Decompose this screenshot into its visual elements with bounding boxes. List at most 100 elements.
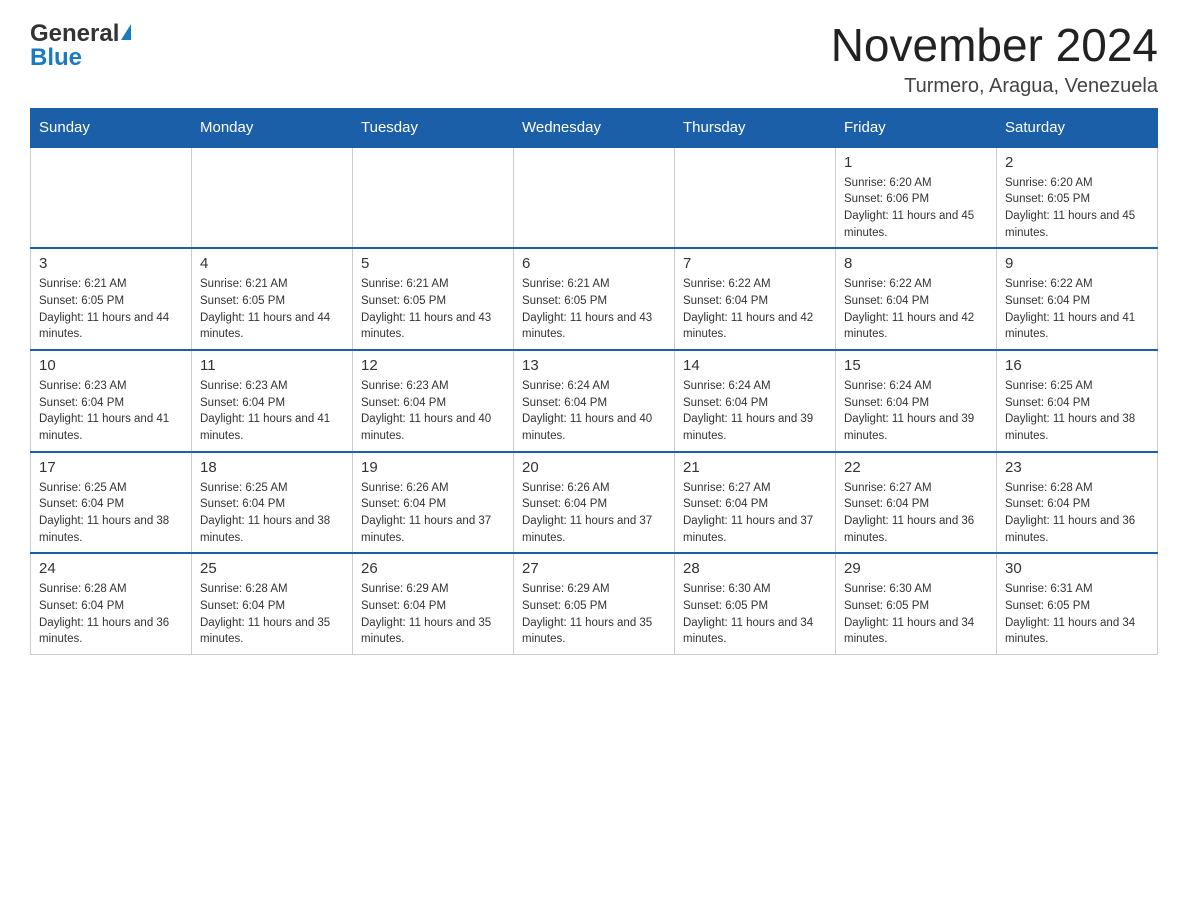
calendar-cell: 28 Sunrise: 6:30 AMSunset: 6:05 PMDayligh… <box>675 553 836 654</box>
day-number: 1 <box>844 154 988 171</box>
calendar-cell: 21Sunrise: 6:27 AMSunset: 6:04 PMDayligh… <box>675 452 836 554</box>
calendar-header-sunday: Sunday <box>31 108 192 147</box>
day-info: Sunrise: 6:21 AMSunset: 6:05 PMDaylight:… <box>200 276 344 343</box>
calendar-header-thursday: Thursday <box>675 108 836 147</box>
day-number: 26 <box>361 560 505 577</box>
day-info: Sunrise: 6:22 AMSunset: 6:04 PMDaylight:… <box>1005 276 1149 343</box>
day-info: Sunrise: 6:25 AMSunset: 6:04 PMDaylight:… <box>200 480 344 547</box>
calendar-header-row: SundayMondayTuesdayWednesdayThursdayFrid… <box>31 108 1158 147</box>
day-info: Sunrise: 6:24 AMSunset: 6:04 PMDaylight:… <box>522 378 666 445</box>
day-number: 12 <box>361 357 505 374</box>
day-number: 20 <box>522 459 666 476</box>
calendar-week-row: 3 Sunrise: 6:21 AMSunset: 6:05 PMDaylight… <box>31 248 1158 350</box>
logo-arrow-icon <box>121 24 131 40</box>
day-number: 19 <box>361 459 505 476</box>
calendar-week-row: 17 Sunrise: 6:25 AMSunset: 6:04 PMDayligh… <box>31 452 1158 554</box>
calendar-cell: 26 Sunrise: 6:29 AMSunset: 6:04 PMDayligh… <box>353 553 514 654</box>
calendar-cell: 18 Sunrise: 6:25 AMSunset: 6:04 PMDayligh… <box>192 452 353 554</box>
day-number: 23 <box>1005 459 1149 476</box>
month-title: November 2024 <box>831 20 1158 71</box>
calendar-cell: 22 Sunrise: 6:27 AMSunset: 6:04 PMDayligh… <box>836 452 997 554</box>
calendar-header-friday: Friday <box>836 108 997 147</box>
calendar-cell: 10 Sunrise: 6:23 AMSunset: 6:04 PMDayligh… <box>31 350 192 452</box>
day-number: 14 <box>683 357 827 374</box>
calendar-cell: 6Sunrise: 6:21 AMSunset: 6:05 PMDaylight… <box>514 248 675 350</box>
calendar-cell: 13 Sunrise: 6:24 AMSunset: 6:04 PMDayligh… <box>514 350 675 452</box>
day-number: 5 <box>361 255 505 272</box>
calendar-week-row: 10 Sunrise: 6:23 AMSunset: 6:04 PMDayligh… <box>31 350 1158 452</box>
calendar-cell: 7Sunrise: 6:22 AMSunset: 6:04 PMDaylight… <box>675 248 836 350</box>
day-number: 11 <box>200 357 344 374</box>
calendar-cell: 14 Sunrise: 6:24 AMSunset: 6:04 PMDayligh… <box>675 350 836 452</box>
day-info: Sunrise: 6:23 AMSunset: 6:04 PMDaylight:… <box>361 378 505 445</box>
calendar-cell: 30 Sunrise: 6:31 AMSunset: 6:05 PMDayligh… <box>997 553 1158 654</box>
day-number: 30 <box>1005 560 1149 577</box>
calendar-header-tuesday: Tuesday <box>353 108 514 147</box>
day-info: Sunrise: 6:20 AMSunset: 6:05 PMDaylight:… <box>1005 175 1149 242</box>
day-number: 25 <box>200 560 344 577</box>
day-info: Sunrise: 6:30 AMSunset: 6:05 PMDaylight:… <box>683 581 827 648</box>
calendar-cell: 23 Sunrise: 6:28 AMSunset: 6:04 PMDayligh… <box>997 452 1158 554</box>
day-info: Sunrise: 6:24 AMSunset: 6:04 PMDaylight:… <box>844 378 988 445</box>
logo-blue-text: Blue <box>30 44 131 72</box>
day-info: Sunrise: 6:30 AMSunset: 6:05 PMDaylight:… <box>844 581 988 648</box>
day-info: Sunrise: 6:28 AMSunset: 6:04 PMDaylight:… <box>200 581 344 648</box>
day-info: Sunrise: 6:28 AMSunset: 6:04 PMDaylight:… <box>1005 480 1149 547</box>
day-number: 7 <box>683 255 827 272</box>
calendar-cell: 17 Sunrise: 6:25 AMSunset: 6:04 PMDayligh… <box>31 452 192 554</box>
day-info: Sunrise: 6:27 AMSunset: 6:04 PMDaylight:… <box>844 480 988 547</box>
calendar-cell: 24Sunrise: 6:28 AMSunset: 6:04 PMDayligh… <box>31 553 192 654</box>
day-info: Sunrise: 6:24 AMSunset: 6:04 PMDaylight:… <box>683 378 827 445</box>
calendar-cell <box>192 147 353 249</box>
day-number: 18 <box>200 459 344 476</box>
header: General Blue November 2024 Turmero, Arag… <box>30 20 1158 98</box>
day-number: 3 <box>39 255 183 272</box>
calendar-cell: 27 Sunrise: 6:29 AMSunset: 6:05 PMDayligh… <box>514 553 675 654</box>
day-info: Sunrise: 6:29 AMSunset: 6:04 PMDaylight:… <box>361 581 505 648</box>
day-info: Sunrise: 6:25 AMSunset: 6:04 PMDaylight:… <box>39 480 183 547</box>
day-info: Sunrise: 6:20 AMSunset: 6:06 PMDaylight:… <box>844 175 988 242</box>
calendar-cell: 11Sunrise: 6:23 AMSunset: 6:04 PMDayligh… <box>192 350 353 452</box>
calendar-cell <box>675 147 836 249</box>
calendar-cell <box>353 147 514 249</box>
calendar-cell: 3 Sunrise: 6:21 AMSunset: 6:05 PMDaylight… <box>31 248 192 350</box>
day-info: Sunrise: 6:23 AMSunset: 6:04 PMDaylight:… <box>39 378 183 445</box>
day-number: 13 <box>522 357 666 374</box>
logo: General Blue <box>30 20 131 72</box>
day-info: Sunrise: 6:31 AMSunset: 6:05 PMDaylight:… <box>1005 581 1149 648</box>
title-block: November 2024 Turmero, Aragua, Venezuela <box>831 20 1158 98</box>
calendar-header-saturday: Saturday <box>997 108 1158 147</box>
day-number: 27 <box>522 560 666 577</box>
calendar-header-monday: Monday <box>192 108 353 147</box>
day-number: 10 <box>39 357 183 374</box>
day-info: Sunrise: 6:28 AMSunset: 6:04 PMDaylight:… <box>39 581 183 648</box>
day-number: 2 <box>1005 154 1149 171</box>
location-title: Turmero, Aragua, Venezuela <box>831 75 1158 98</box>
day-number: 6 <box>522 255 666 272</box>
day-info: Sunrise: 6:21 AMSunset: 6:05 PMDaylight:… <box>39 276 183 343</box>
calendar-cell <box>31 147 192 249</box>
calendar-cell <box>514 147 675 249</box>
day-number: 4 <box>200 255 344 272</box>
day-number: 9 <box>1005 255 1149 272</box>
day-number: 8 <box>844 255 988 272</box>
calendar-cell: 9 Sunrise: 6:22 AMSunset: 6:04 PMDaylight… <box>997 248 1158 350</box>
calendar-cell: 19 Sunrise: 6:26 AMSunset: 6:04 PMDayligh… <box>353 452 514 554</box>
calendar-header-wednesday: Wednesday <box>514 108 675 147</box>
calendar-cell: 5Sunrise: 6:21 AMSunset: 6:05 PMDaylight… <box>353 248 514 350</box>
calendar-cell: 1 Sunrise: 6:20 AMSunset: 6:06 PMDaylight… <box>836 147 997 249</box>
day-number: 22 <box>844 459 988 476</box>
day-info: Sunrise: 6:26 AMSunset: 6:04 PMDaylight:… <box>361 480 505 547</box>
calendar-cell: 15Sunrise: 6:24 AMSunset: 6:04 PMDayligh… <box>836 350 997 452</box>
day-number: 28 <box>683 560 827 577</box>
day-info: Sunrise: 6:27 AMSunset: 6:04 PMDaylight:… <box>683 480 827 547</box>
calendar-cell: 29 Sunrise: 6:30 AMSunset: 6:05 PMDayligh… <box>836 553 997 654</box>
day-info: Sunrise: 6:29 AMSunset: 6:05 PMDaylight:… <box>522 581 666 648</box>
day-info: Sunrise: 6:22 AMSunset: 6:04 PMDaylight:… <box>844 276 988 343</box>
day-number: 17 <box>39 459 183 476</box>
calendar-cell: 4 Sunrise: 6:21 AMSunset: 6:05 PMDaylight… <box>192 248 353 350</box>
calendar-table: SundayMondayTuesdayWednesdayThursdayFrid… <box>30 108 1158 655</box>
calendar-cell: 20Sunrise: 6:26 AMSunset: 6:04 PMDayligh… <box>514 452 675 554</box>
day-number: 29 <box>844 560 988 577</box>
calendar-cell: 25 Sunrise: 6:28 AMSunset: 6:04 PMDayligh… <box>192 553 353 654</box>
